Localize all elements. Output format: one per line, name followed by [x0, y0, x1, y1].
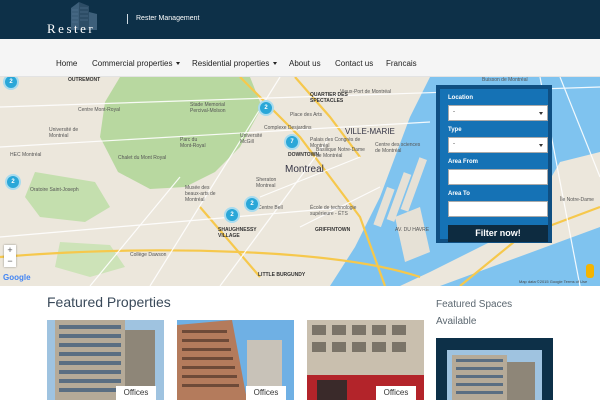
header-divider [127, 14, 128, 24]
map-label: DOWNTOWN [288, 152, 320, 158]
map-label: GRIFFINTOWN [315, 227, 351, 233]
map-label: Musée des beaux-arts de Montréal [185, 185, 216, 203]
property-card[interactable]: Offices [177, 320, 294, 400]
nav-item-commercial[interactable]: Commercial properties [92, 59, 181, 68]
map-label: Centre des sciences de Montréal [375, 142, 421, 154]
map-label: Complexe Desjardins [264, 125, 312, 131]
map-label: Vieux-Port de Montréal [340, 89, 392, 95]
nav-item-about[interactable]: About us [289, 59, 321, 68]
type-label: Type [448, 127, 462, 133]
nav-item-contact[interactable]: Contact us [335, 59, 373, 68]
type-select[interactable]: - [448, 137, 548, 153]
logo[interactable]: Rester [47, 0, 123, 39]
property-type-tag: Offices [376, 386, 416, 400]
map-label: Centre Bell [258, 205, 283, 211]
location-label: Location [448, 95, 473, 101]
map-label: Centre Mont-Royal [78, 107, 120, 113]
map-label: LITTLE BURGUNDY [258, 272, 306, 278]
property-card[interactable]: Offices [47, 320, 164, 400]
chevron-down-icon [539, 144, 543, 147]
map-label: Parc du Mont-Royal [180, 137, 206, 149]
map-cluster-marker[interactable]: 2 [224, 207, 240, 223]
map-label: Collège Dawson [130, 252, 167, 258]
map-label: Sheraton Montreal [256, 177, 277, 189]
featured-spaces-title: Featured Spaces Available [436, 299, 513, 327]
chevron-down-icon [273, 62, 278, 66]
map-label: Stade Memorial Percival-Molson [190, 102, 226, 114]
street-view-pegman-icon[interactable] [586, 264, 594, 278]
map-label: HEC Montréal [10, 152, 42, 158]
filter-button[interactable]: Filter now! [448, 225, 548, 242]
area-to-input[interactable] [448, 201, 548, 217]
location-value: - [453, 109, 455, 115]
property-type-tag: Offices [246, 386, 286, 400]
type-value: - [453, 141, 455, 147]
property-card[interactable]: Offices [307, 320, 424, 400]
google-logo: Google [3, 273, 31, 282]
company-link[interactable]: Rester Management [136, 15, 199, 22]
zoom-out-button[interactable]: − [4, 256, 16, 267]
map-label: Université de Montréal [49, 127, 79, 139]
map-label: Montreal [285, 164, 324, 175]
map-label: Chalet du Mont Royal [118, 155, 167, 161]
chevron-down-icon [176, 62, 181, 66]
chevron-down-icon [539, 112, 543, 115]
nav-label: Contact us [335, 59, 374, 68]
map-label: AV. DU HAVRE [395, 227, 430, 233]
nav-item-home[interactable]: Home [56, 59, 77, 68]
map-label: VILLE-MARIE [345, 127, 395, 136]
map-label: École de technologie supérieure - ÉTS [310, 205, 357, 217]
map-cluster-marker[interactable]: 2 [5, 174, 21, 190]
location-select[interactable]: - [448, 105, 548, 121]
main-nav: Home Commercial properties Residential p… [0, 39, 600, 77]
map-label: Île Notre-Dame [560, 197, 594, 203]
area-from-input[interactable] [448, 169, 548, 185]
nav-label: About us [289, 59, 321, 68]
top-header: Rester Rester Management [0, 0, 600, 39]
nav-label: Home [56, 59, 78, 68]
map-label: Oratoire Saint-Joseph [30, 187, 79, 193]
featured-properties-title: Featured Properties [47, 294, 171, 310]
map-cluster-marker[interactable]: 2 [258, 100, 274, 116]
area-from-label: Area From [448, 159, 479, 165]
map-cluster-marker[interactable]: 2 [244, 196, 260, 212]
nav-item-francais[interactable]: Francais [386, 59, 417, 68]
map-label: Université McGill [240, 133, 263, 145]
map-label: Basilique Notre-Dame de Montréal [316, 147, 365, 159]
map-zoom-control: + − [4, 245, 16, 267]
map-label: Place des Arts [290, 112, 322, 118]
property-type-tag: Offices [116, 386, 156, 400]
nav-label: Residential properties [192, 59, 270, 68]
space-card[interactable] [436, 338, 553, 400]
space-photo [447, 350, 542, 400]
nav-label: Commercial properties [92, 59, 173, 68]
nav-item-residential[interactable]: Residential properties [192, 59, 278, 68]
area-to-label: Area To [448, 191, 470, 197]
logo-text: Rester [47, 21, 96, 36]
nav-label: Francais [386, 59, 417, 68]
filter-panel: Location - Type - Area From Area To Filt… [436, 85, 552, 243]
map-label: SHAUGHNESSY VILLAGE [218, 227, 257, 239]
map-label: Buisson de Montréal [482, 77, 528, 83]
zoom-in-button[interactable]: + [4, 245, 16, 256]
map-cluster-marker[interactable]: 7 [284, 134, 300, 150]
map-attribution[interactable]: Map data ©2015 Google Terms of Use [519, 279, 587, 284]
map-label: OUTREMONT [68, 77, 101, 83]
